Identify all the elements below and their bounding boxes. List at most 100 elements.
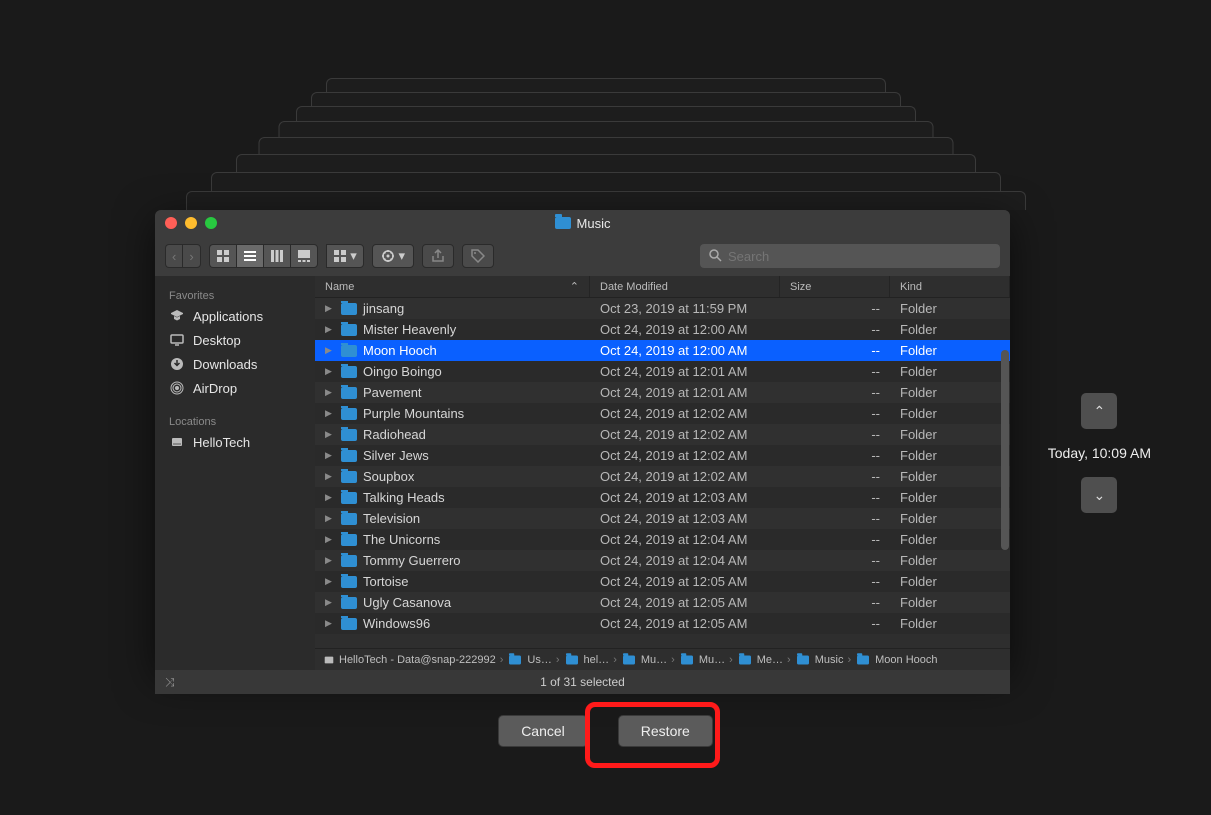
file-name: Pavement [363, 385, 422, 400]
path-segment[interactable]: HelloTech - Data@snap-222992 [323, 654, 496, 666]
file-size: -- [780, 448, 890, 463]
file-name: The Unicorns [363, 532, 440, 547]
file-row[interactable]: ▶Talking HeadsOct 24, 2019 at 12:03 AM--… [315, 487, 1010, 508]
disclosure-triangle-icon[interactable]: ▶ [325, 387, 335, 398]
file-row[interactable]: ▶Moon HoochOct 24, 2019 at 12:00 AM--Fol… [315, 340, 1010, 361]
sidebar-item-downloads[interactable]: Downloads [155, 352, 315, 376]
file-size: -- [780, 364, 890, 379]
file-row[interactable]: ▶TortoiseOct 24, 2019 at 12:05 AM--Folde… [315, 571, 1010, 592]
file-list[interactable]: ▶jinsangOct 23, 2019 at 11:59 PM--Folder… [315, 298, 1010, 648]
path-label: Us… [527, 654, 551, 666]
folder-icon [555, 217, 571, 229]
back-button[interactable]: ‹ [165, 244, 182, 268]
disclosure-triangle-icon[interactable]: ▶ [325, 366, 335, 377]
file-row[interactable]: ▶Silver JewsOct 24, 2019 at 12:02 AM--Fo… [315, 445, 1010, 466]
column-view-button[interactable] [263, 244, 290, 268]
file-size: -- [780, 322, 890, 337]
column-header-name[interactable]: Name⌃ [315, 276, 590, 297]
file-row[interactable]: ▶The UnicornsOct 24, 2019 at 12:04 AM--F… [315, 529, 1010, 550]
file-kind: Folder [890, 322, 1010, 337]
file-row[interactable]: ▶PavementOct 24, 2019 at 12:01 AM--Folde… [315, 382, 1010, 403]
timeline-up-button[interactable]: ⌃ [1081, 393, 1117, 429]
file-name: Television [363, 511, 420, 526]
disclosure-triangle-icon[interactable]: ▶ [325, 597, 335, 608]
sidebar-item-hellotech[interactable]: HelloTech [155, 430, 315, 454]
search-field[interactable] [700, 244, 1000, 268]
path-bar[interactable]: HelloTech - Data@snap-222992›Us…›hel…›Mu… [315, 648, 1010, 670]
path-segment[interactable]: Music [795, 654, 844, 666]
restore-button[interactable]: Restore [618, 715, 713, 747]
file-row[interactable]: ▶Mister HeavenlyOct 24, 2019 at 12:00 AM… [315, 319, 1010, 340]
column-header-date[interactable]: Date Modified [590, 276, 780, 297]
file-row[interactable]: ▶Purple MountainsOct 24, 2019 at 12:02 A… [315, 403, 1010, 424]
file-row[interactable]: ▶TelevisionOct 24, 2019 at 12:03 AM--Fol… [315, 508, 1010, 529]
path-segment[interactable]: hel… [564, 654, 610, 666]
folder-icon [341, 492, 357, 504]
file-date: Oct 24, 2019 at 12:01 AM [590, 364, 780, 379]
selection-status: 1 of 31 selected [540, 675, 625, 689]
path-label: hel… [584, 654, 610, 666]
icon-view-button[interactable] [209, 244, 236, 268]
zoom-window-button[interactable] [205, 217, 217, 229]
file-row[interactable]: ▶Tommy GuerreroOct 24, 2019 at 12:04 AM-… [315, 550, 1010, 571]
sidebar-item-airdrop[interactable]: AirDrop [155, 376, 315, 400]
file-date: Oct 24, 2019 at 12:02 AM [590, 406, 780, 421]
timeline-down-button[interactable]: ⌄ [1081, 477, 1117, 513]
sidebar-item-label: Desktop [193, 333, 241, 348]
file-row[interactable]: ▶RadioheadOct 24, 2019 at 12:02 AM--Fold… [315, 424, 1010, 445]
sidebar-item-label: HelloTech [193, 435, 250, 450]
sidebar: Favorites ApplicationsDesktopDownloadsAi… [155, 276, 315, 670]
folder-icon [341, 387, 357, 399]
path-segment[interactable]: Moon Hooch [855, 654, 937, 666]
file-row[interactable]: ▶Oingo BoingoOct 24, 2019 at 12:01 AM--F… [315, 361, 1010, 382]
path-segment[interactable]: Us… [507, 654, 551, 666]
disclosure-triangle-icon[interactable]: ▶ [325, 576, 335, 587]
file-name: Tortoise [363, 574, 409, 589]
disclosure-triangle-icon[interactable]: ▶ [325, 408, 335, 419]
disclosure-triangle-icon[interactable]: ▶ [325, 513, 335, 524]
file-date: Oct 24, 2019 at 12:03 AM [590, 490, 780, 505]
search-input[interactable] [728, 249, 992, 264]
disclosure-triangle-icon[interactable]: ▶ [325, 492, 335, 503]
tags-button[interactable] [462, 244, 494, 268]
path-segment[interactable]: Mu… [621, 654, 667, 666]
file-row[interactable]: ▶jinsangOct 23, 2019 at 11:59 PM--Folder [315, 298, 1010, 319]
path-segment[interactable]: Mu… [679, 654, 725, 666]
path-label: Me… [757, 654, 783, 666]
file-date: Oct 24, 2019 at 12:03 AM [590, 511, 780, 526]
disclosure-triangle-icon[interactable]: ▶ [325, 555, 335, 566]
forward-button[interactable]: › [182, 244, 200, 268]
gallery-view-button[interactable] [290, 244, 318, 268]
path-segment[interactable]: Me… [737, 654, 783, 666]
disclosure-triangle-icon[interactable]: ▶ [325, 618, 335, 629]
snapshot-time-label: Today, 10:09 AM [1048, 445, 1151, 461]
disclosure-triangle-icon[interactable]: ▶ [325, 471, 335, 482]
column-header-kind[interactable]: Kind [890, 276, 1010, 297]
minimize-window-button[interactable] [185, 217, 197, 229]
disclosure-triangle-icon[interactable]: ▶ [325, 303, 335, 314]
downloads-icon [169, 356, 185, 372]
file-row[interactable]: ▶Ugly CasanovaOct 24, 2019 at 12:05 AM--… [315, 592, 1010, 613]
file-size: -- [780, 406, 890, 421]
action-menu-button[interactable]: ▾ [372, 244, 414, 268]
path-label: Mu… [699, 654, 725, 666]
disclosure-triangle-icon[interactable]: ▶ [325, 534, 335, 545]
group-by-button[interactable]: ▾ [326, 244, 364, 268]
scrollbar-thumb[interactable] [1001, 350, 1009, 550]
ghost-window [258, 137, 953, 154]
disclosure-triangle-icon[interactable]: ▶ [325, 450, 335, 461]
disclosure-triangle-icon[interactable]: ▶ [325, 429, 335, 440]
disclosure-triangle-icon[interactable]: ▶ [325, 345, 335, 356]
search-icon [708, 248, 722, 265]
sidebar-item-desktop[interactable]: Desktop [155, 328, 315, 352]
file-size: -- [780, 511, 890, 526]
cancel-button[interactable]: Cancel [498, 715, 588, 747]
file-row[interactable]: ▶SoupboxOct 24, 2019 at 12:02 AM--Folder [315, 466, 1010, 487]
sidebar-item-applications[interactable]: Applications [155, 304, 315, 328]
list-view-button[interactable] [236, 244, 263, 268]
share-button[interactable] [422, 244, 454, 268]
disclosure-triangle-icon[interactable]: ▶ [325, 324, 335, 335]
column-header-size[interactable]: Size [780, 276, 890, 297]
file-row[interactable]: ▶Windows96Oct 24, 2019 at 12:05 AM--Fold… [315, 613, 1010, 634]
close-window-button[interactable] [165, 217, 177, 229]
